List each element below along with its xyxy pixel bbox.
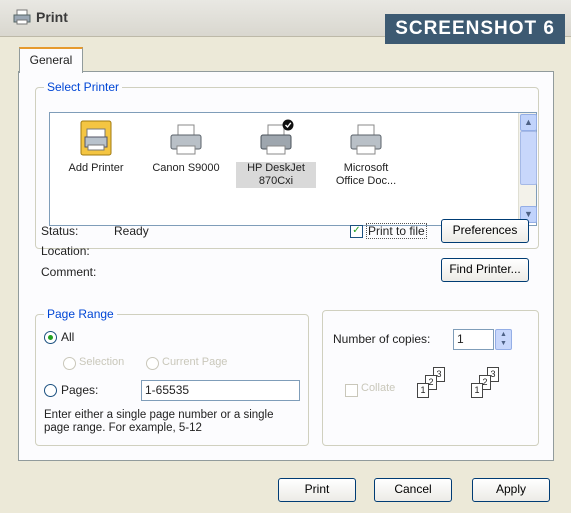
- radio-all-label: All: [61, 330, 75, 344]
- collate-label: Collate: [361, 382, 396, 394]
- printer-icon: [168, 119, 204, 159]
- printer-name: HP DeskJet 870Cxi: [236, 162, 316, 188]
- copies-group: Number of copies: 1 ▲ ▼ Collate 3 2 1 3 2…: [322, 310, 539, 446]
- scroll-thumb[interactable]: [520, 131, 537, 185]
- printer-list[interactable]: Add Printer Canon S9000 HP DeskJet 870Cx…: [49, 112, 537, 226]
- window-title: Print: [36, 9, 68, 25]
- printer-item-canon-s9000[interactable]: Canon S9000: [146, 119, 226, 175]
- radio-current-page[interactable]: [146, 357, 159, 370]
- print-to-file-label: Print to file: [366, 223, 427, 239]
- print-button[interactable]: Print: [278, 478, 356, 502]
- radio-pages-label: Pages:: [61, 383, 99, 397]
- apply-button[interactable]: Apply: [472, 478, 550, 502]
- general-tab-panel: Select Printer Add Printer Canon S9000 H…: [18, 71, 554, 461]
- cancel-button[interactable]: Cancel: [374, 478, 452, 502]
- screenshot-badge: SCREENSHOT 6: [385, 14, 565, 44]
- printer-icon: [258, 119, 294, 159]
- pages-input[interactable]: 1-65535: [141, 380, 300, 401]
- printer-list-scrollbar[interactable]: ▲ ▼: [518, 113, 537, 223]
- copies-spinner[interactable]: ▲ ▼: [495, 329, 512, 350]
- scroll-up-icon[interactable]: ▲: [520, 114, 537, 131]
- comment-label: Comment:: [41, 265, 97, 279]
- radio-all[interactable]: [44, 331, 57, 344]
- preferences-button[interactable]: Preferences: [441, 219, 529, 243]
- page-range-label: Page Range: [44, 307, 117, 321]
- page-range-hint: Enter either a single page number or a s…: [44, 409, 274, 434]
- printer-icon: [13, 9, 31, 25]
- radio-selection[interactable]: [63, 357, 76, 370]
- printer-name: Microsoft Office Doc...: [335, 162, 397, 187]
- collate-illustration-icon: 3 2 1 3 2 1: [415, 361, 535, 431]
- collate-checkbox[interactable]: [345, 384, 358, 397]
- print-dialog: Print SCREENSHOT 6 General Select Printe…: [0, 0, 571, 513]
- checkmark-icon: ✓: [350, 225, 363, 238]
- radio-current-page-label: Current Page: [162, 356, 228, 368]
- location-label: Location:: [41, 244, 90, 258]
- printer-item-microsoft-office-doc[interactable]: Microsoft Office Doc...: [326, 119, 406, 188]
- printer-item-add-printer[interactable]: Add Printer: [56, 119, 136, 175]
- add-printer-icon: [78, 119, 114, 159]
- copies-input[interactable]: 1: [453, 329, 494, 350]
- status-label: Status:: [41, 224, 79, 238]
- printer-name: Add Printer: [68, 162, 124, 174]
- select-printer-label: Select Printer: [44, 80, 123, 94]
- tab-general[interactable]: General: [19, 47, 83, 73]
- printer-icon: [348, 119, 384, 159]
- status-value: Ready: [114, 224, 149, 238]
- radio-pages[interactable]: [44, 384, 57, 397]
- page-range-group: Page Range All Selection Current Page Pa…: [35, 307, 309, 446]
- radio-selection-label: Selection: [79, 356, 125, 368]
- printer-name: Canon S9000: [152, 162, 220, 174]
- printer-item-hp-deskjet[interactable]: HP DeskJet 870Cxi: [236, 119, 316, 188]
- number-of-copies-label: Number of copies:: [333, 332, 431, 346]
- find-printer-button[interactable]: Find Printer...: [441, 258, 529, 282]
